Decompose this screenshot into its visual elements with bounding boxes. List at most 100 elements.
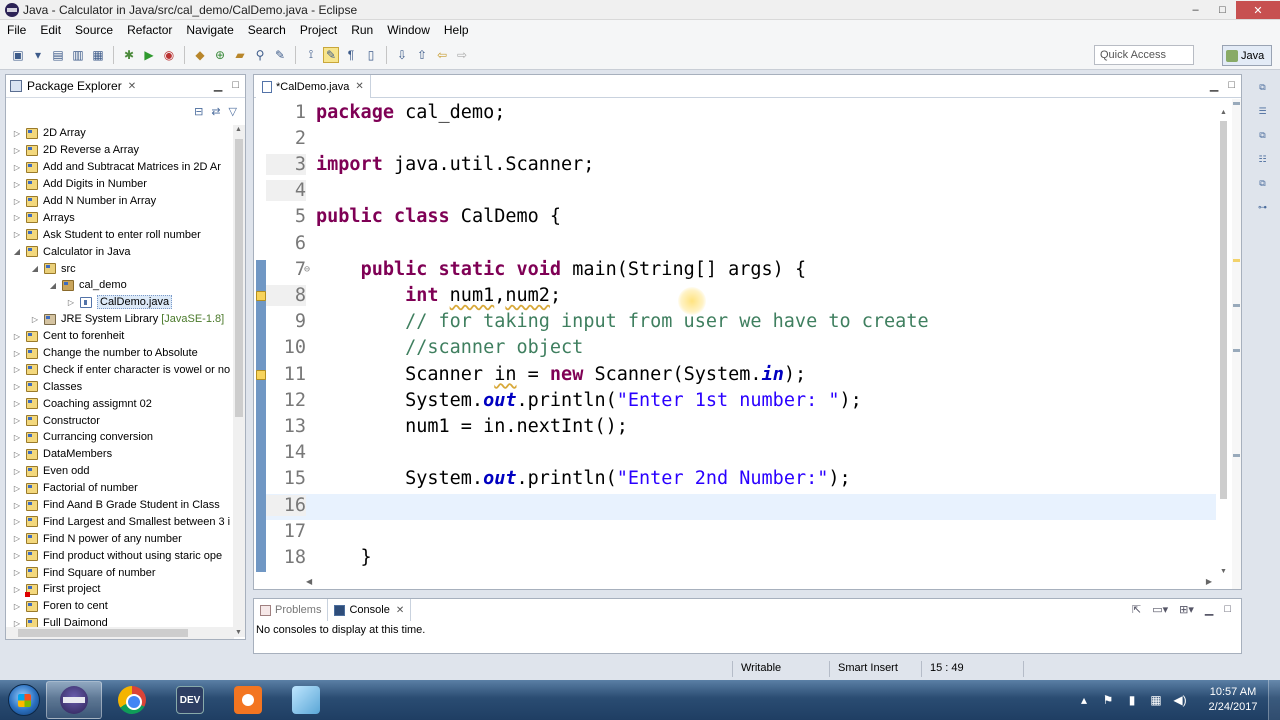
- tab-console[interactable]: Console ✕: [327, 599, 412, 621]
- collapsed-arrow-icon[interactable]: ▷: [12, 484, 22, 493]
- menu-search[interactable]: Search: [241, 23, 293, 37]
- display-console-icon[interactable]: ▭▾: [1152, 603, 1168, 616]
- tree-item[interactable]: ▷ Find Aand B Grade Student in Class: [6, 497, 234, 514]
- editor-horizontal-scrollbar[interactable]: ◀ ▶: [306, 577, 1212, 589]
- tree-item[interactable]: ▷ Coaching assigmnt 02: [6, 395, 234, 412]
- collapsed-arrow-icon[interactable]: ▷: [12, 349, 22, 358]
- tree-item[interactable]: ▷ CalDemo.java: [6, 294, 234, 311]
- close-icon[interactable]: ✕: [128, 81, 136, 92]
- forward-icon[interactable]: ⇨: [454, 47, 470, 63]
- print-icon[interactable]: ▦: [90, 47, 106, 63]
- tree-item[interactable]: ◢ Calculator in Java: [6, 243, 234, 260]
- tree-item[interactable]: ▷ Add Digits in Number: [6, 176, 234, 193]
- overview-ruler[interactable]: [1232, 99, 1241, 589]
- menu-run[interactable]: Run: [344, 23, 380, 37]
- block-select-icon[interactable]: ▯: [363, 47, 379, 63]
- scroll-down-icon[interactable]: ▼: [1220, 568, 1227, 575]
- scroll-up-icon[interactable]: ▲: [235, 126, 242, 133]
- tree-item[interactable]: ▷ Find N power of any number: [6, 530, 234, 547]
- warning-marker-icon[interactable]: [256, 291, 266, 301]
- tab-problems[interactable]: Problems: [254, 599, 327, 621]
- task-list-icon[interactable]: ☷: [1256, 152, 1270, 166]
- annotation-icon[interactable]: ⟟: [303, 47, 319, 63]
- taskbar-chrome[interactable]: [104, 681, 160, 719]
- collapsed-arrow-icon[interactable]: ▷: [12, 399, 22, 408]
- highlight-icon[interactable]: ✎: [323, 46, 339, 63]
- overview-marker[interactable]: [1233, 454, 1240, 457]
- fold-icon[interactable]: ⊖: [304, 264, 310, 275]
- scroll-thumb[interactable]: [1220, 121, 1227, 499]
- code-line[interactable]: 3 import java.util.Scanner;: [266, 151, 1216, 177]
- code-line[interactable]: 12 System.out.println("Enter 1st number:…: [266, 387, 1216, 413]
- new-class-icon[interactable]: ⊕: [212, 47, 228, 63]
- tree-item[interactable]: ▷ 2D Array: [6, 125, 234, 142]
- collapsed-arrow-icon[interactable]: ▷: [12, 568, 22, 577]
- scroll-left-icon[interactable]: ◀: [306, 577, 312, 586]
- tree-item[interactable]: ▷ Foren to cent: [6, 598, 234, 615]
- debug-icon[interactable]: ✱: [121, 47, 137, 63]
- overview-marker[interactable]: [1233, 102, 1240, 105]
- code-line[interactable]: 2: [266, 125, 1216, 151]
- tree-item[interactable]: ▷ Find Largest and Smallest between 3 i: [6, 513, 234, 530]
- show-desktop-button[interactable]: [1268, 680, 1280, 720]
- menu-file[interactable]: File: [0, 23, 33, 37]
- new-java-project-icon[interactable]: ◆: [192, 47, 208, 63]
- collapsed-arrow-icon[interactable]: ▷: [12, 146, 22, 155]
- tree-item[interactable]: ▷ Check if enter character is vowel or no: [6, 361, 234, 378]
- code-line[interactable]: 14: [266, 440, 1216, 466]
- menu-edit[interactable]: Edit: [33, 23, 68, 37]
- code-line[interactable]: 15 System.out.println("Enter 2nd Number:…: [266, 466, 1216, 492]
- taskbar-notepad[interactable]: [278, 681, 334, 719]
- link-editor-icon[interactable]: ⇄: [211, 105, 220, 118]
- menu-window[interactable]: Window: [380, 23, 437, 37]
- tree-item[interactable]: ▷ Add and Subtracat Matrices in 2D Ar: [6, 159, 234, 176]
- hierarchy-icon[interactable]: ⊶: [1256, 200, 1270, 214]
- code-line[interactable]: 9 // for taking input from user we have …: [266, 309, 1216, 335]
- scroll-down-icon[interactable]: ▼: [235, 629, 242, 636]
- back-icon[interactable]: ⇦: [434, 47, 450, 63]
- code-line[interactable]: 5 public class CalDemo {: [266, 204, 1216, 230]
- collapsed-arrow-icon[interactable]: ▷: [12, 382, 22, 391]
- expanded-arrow-icon[interactable]: ◢: [12, 247, 22, 256]
- maximize-icon[interactable]: □: [1224, 603, 1231, 616]
- collapsed-arrow-icon[interactable]: ▷: [12, 332, 22, 341]
- taskbar-eclipse[interactable]: [46, 681, 102, 719]
- restore-icon[interactable]: ⧉: [1256, 128, 1270, 142]
- collapsed-arrow-icon[interactable]: ▷: [12, 163, 22, 172]
- minimize-button[interactable]: –: [1182, 1, 1209, 19]
- code-line[interactable]: 18 }: [266, 544, 1216, 570]
- maximize-icon[interactable]: □: [232, 79, 239, 92]
- taskbar-recorder[interactable]: [220, 681, 276, 719]
- scroll-thumb[interactable]: [18, 629, 188, 637]
- code-line[interactable]: 8 int num1,num2;: [266, 282, 1216, 308]
- overview-marker[interactable]: [1233, 304, 1240, 307]
- previous-annotation-icon[interactable]: ⇧: [414, 47, 430, 63]
- toggle-icon[interactable]: ¶: [343, 47, 359, 63]
- view-menu-icon[interactable]: ▽: [229, 105, 237, 118]
- tree-item[interactable]: ◢ cal_demo: [6, 277, 234, 294]
- tree-item[interactable]: ▷ Classes: [6, 378, 234, 395]
- search-icon[interactable]: ⚲: [252, 47, 268, 63]
- collapsed-arrow-icon[interactable]: ▷: [12, 433, 22, 442]
- minimize-icon[interactable]: ▁: [214, 79, 222, 92]
- code-line[interactable]: 16: [266, 492, 1216, 518]
- overview-marker[interactable]: [1233, 349, 1240, 352]
- collapsed-arrow-icon[interactable]: ▷: [12, 602, 22, 611]
- minimize-icon[interactable]: ▁: [1210, 79, 1218, 92]
- open-type-icon[interactable]: ▰: [232, 47, 248, 63]
- maximize-icon[interactable]: □: [1228, 79, 1235, 92]
- code-line[interactable]: 10 //scanner object: [266, 335, 1216, 361]
- collapsed-arrow-icon[interactable]: ▷: [12, 213, 22, 222]
- collapsed-arrow-icon[interactable]: ▷: [30, 315, 40, 324]
- collapsed-arrow-icon[interactable]: ▷: [66, 298, 76, 307]
- close-icon[interactable]: ✕: [355, 81, 363, 92]
- open-console-icon[interactable]: ⊞▾: [1179, 603, 1194, 616]
- outline-icon[interactable]: ☰: [1256, 104, 1270, 118]
- editor-vertical-scrollbar[interactable]: ▲ ▼: [1217, 109, 1230, 575]
- next-annotation-icon[interactable]: ⇩: [394, 47, 410, 63]
- pin-console-icon[interactable]: ⇱: [1132, 603, 1141, 616]
- tree-item[interactable]: ▷ JRE System Library [JavaSE-1.8]: [6, 311, 234, 328]
- tree-item[interactable]: ▷ Change the number to Absolute: [6, 345, 234, 362]
- collapsed-arrow-icon[interactable]: ▷: [12, 230, 22, 239]
- save-icon[interactable]: ▤: [50, 47, 66, 63]
